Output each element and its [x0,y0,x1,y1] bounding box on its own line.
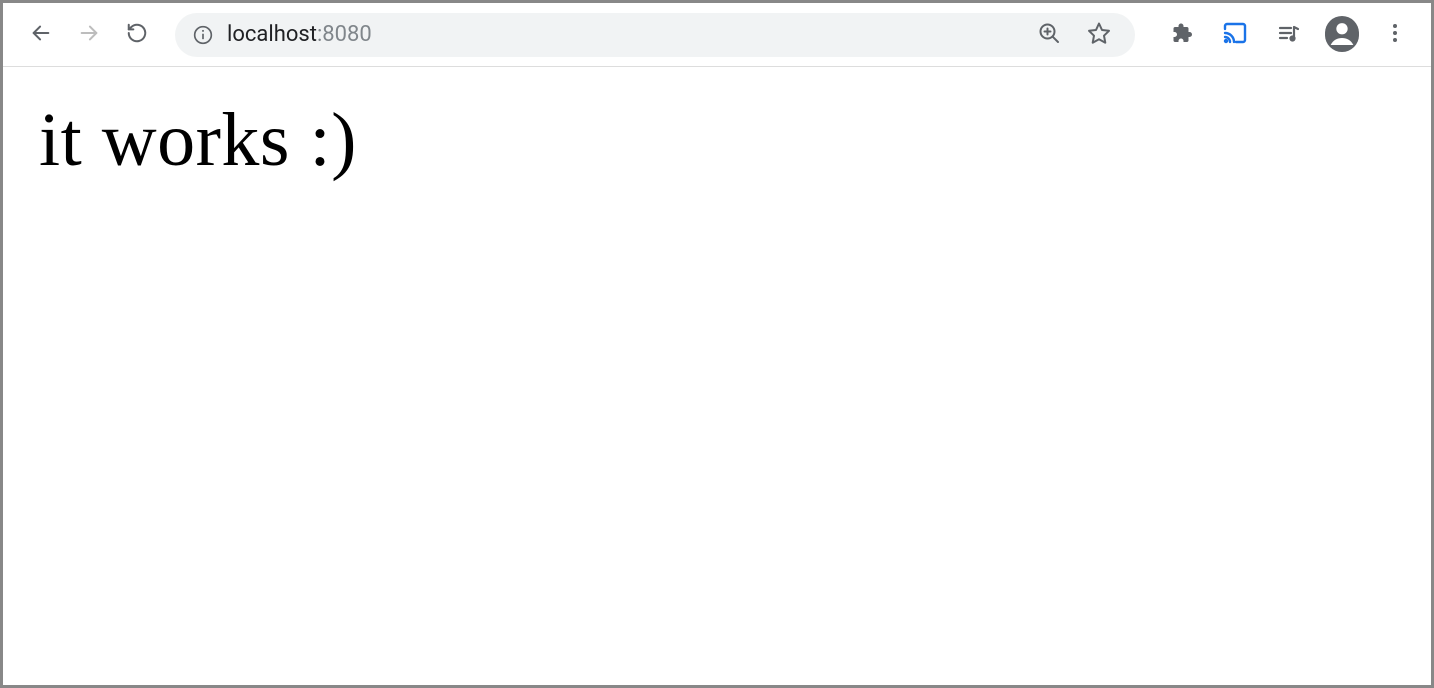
page-content: it works :) [3,67,1431,214]
bookmark-button[interactable] [1081,17,1117,53]
reload-button[interactable] [117,15,157,55]
page-heading: it works :) [39,97,1395,184]
forward-button[interactable] [69,15,109,55]
site-info-icon[interactable] [193,25,213,45]
puzzle-icon [1169,21,1193,49]
url-host: localhost [227,22,317,47]
zoom-in-icon [1037,21,1061,49]
profile-button[interactable] [1325,18,1359,52]
avatar-icon [1325,16,1359,54]
star-icon [1087,21,1111,49]
media-playlist-icon [1277,21,1301,49]
arrow-right-icon [78,22,100,48]
address-bar-actions [1031,17,1117,53]
cast-icon [1223,21,1247,49]
arrow-left-icon [30,22,52,48]
extensions-button[interactable] [1163,17,1199,53]
back-button[interactable] [21,15,61,55]
kebab-menu-icon [1383,21,1407,49]
reload-icon [126,22,148,48]
menu-button[interactable] [1377,17,1413,53]
address-bar[interactable]: localhost:8080 [175,13,1135,57]
browser-toolbar: localhost:8080 [3,3,1431,67]
url-port: :8080 [317,22,372,47]
toolbar-right [1153,17,1413,53]
url-text: localhost:8080 [227,22,372,47]
cast-button[interactable] [1217,17,1253,53]
zoom-button[interactable] [1031,17,1067,53]
media-control-button[interactable] [1271,17,1307,53]
